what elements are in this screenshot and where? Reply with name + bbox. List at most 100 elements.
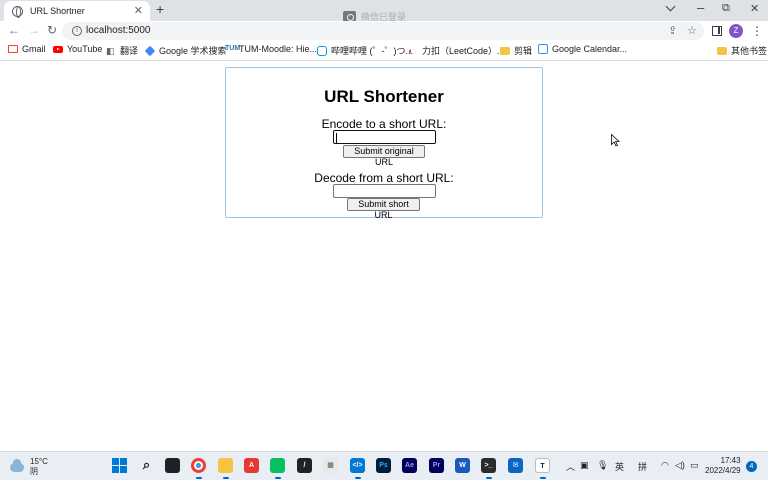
bookmark-label: Google 学术搜索 bbox=[159, 46, 227, 56]
premiere-icon[interactable]: Pr bbox=[429, 458, 444, 473]
translate-icon: ◧ bbox=[106, 45, 115, 56]
after-effects-icon[interactable]: Ae bbox=[402, 458, 417, 473]
notification-badge[interactable]: 4 bbox=[746, 461, 757, 472]
bookmark-label: 力扣（LeetCode）... bbox=[422, 46, 505, 56]
forward-button[interactable]: → bbox=[28, 23, 40, 37]
decode-url-input[interactable] bbox=[333, 184, 436, 198]
google-scholar-icon bbox=[144, 45, 156, 56]
new-tab-button[interactable]: + bbox=[156, 1, 164, 17]
bookmark-label: 其他书签 bbox=[731, 46, 768, 56]
bookmark-translate[interactable]: ◧ 翻译 bbox=[106, 44, 138, 57]
search-icon[interactable]: ⌕ bbox=[139, 458, 154, 473]
share-icon[interactable]: ⇪ bbox=[668, 24, 677, 37]
bookmark-other-bookmarks[interactable]: 其他书签 bbox=[717, 44, 767, 57]
bookmark-google-calendar[interactable]: Google Calendar... bbox=[538, 44, 627, 54]
globe-icon bbox=[12, 5, 23, 18]
bookmark-google-scholar[interactable]: Google 学术搜索 bbox=[144, 44, 227, 57]
bookmark-label: 哔哩哔哩 (゜-゜)つ... bbox=[331, 46, 413, 56]
tray-overflow-chevron-icon[interactable]: ︿ bbox=[566, 460, 575, 473]
reload-button[interactable]: ↻ bbox=[47, 23, 57, 37]
weather-condition: 阴 bbox=[30, 467, 38, 476]
close-window-button[interactable]: ✕ bbox=[750, 2, 759, 15]
tray-camera-icon[interactable]: ▣ bbox=[580, 460, 589, 471]
browser-toolbar: ← → ↻ i localhost:5000 ⇪ ☆ Z ⋮ bbox=[0, 21, 768, 41]
page-title: URL Shortener bbox=[324, 87, 444, 106]
bookmark-label: Gmail bbox=[22, 44, 46, 54]
wechat-icon[interactable] bbox=[270, 458, 285, 473]
tab-title: URL Shortner bbox=[30, 6, 85, 16]
start-button[interactable] bbox=[112, 458, 127, 473]
address-bar[interactable]: i localhost:5000 ⇪ ☆ bbox=[62, 22, 704, 40]
bilibili-icon bbox=[317, 45, 327, 56]
bookmark-tum-moodle[interactable]: TUM TUM-Moodle: Hie... bbox=[225, 44, 317, 54]
typora-icon[interactable]: / bbox=[297, 458, 312, 473]
browser-tab[interactable]: URL Shortner ✕ bbox=[4, 1, 150, 21]
file-explorer-icon[interactable] bbox=[218, 458, 233, 473]
mail-icon[interactable]: ✉ bbox=[508, 458, 523, 473]
weather-widget[interactable]: 15°C 阴 bbox=[10, 457, 48, 477]
clock-time: 17:43 bbox=[720, 456, 741, 465]
ime-mode-indicator[interactable]: 拼 bbox=[638, 460, 647, 473]
active-app-indicator bbox=[486, 477, 492, 479]
terminal-icon[interactable]: >_ bbox=[481, 458, 496, 473]
active-app-indicator bbox=[196, 477, 202, 479]
tab-search-chevron-icon[interactable] bbox=[665, 1, 676, 12]
encode-url-input[interactable] bbox=[333, 130, 436, 144]
text-editor-icon[interactable]: T bbox=[535, 458, 550, 473]
active-app-indicator bbox=[355, 477, 361, 479]
bookmarks-bar: Gmail YouTube ◧ 翻译 Google 学术搜索 TUM TUM-M… bbox=[0, 41, 768, 61]
submit-original-url-button[interactable]: Submit original URL bbox=[343, 145, 425, 167]
tum-icon: TUM bbox=[225, 45, 241, 52]
volume-icon[interactable]: ◁) bbox=[675, 460, 685, 471]
bookmark-bilibili[interactable]: 哔哩哔哩 (゜-゜)つ... bbox=[317, 44, 413, 57]
acrobat-icon[interactable]: A bbox=[244, 458, 259, 473]
bookmark-label: 翻译 bbox=[120, 46, 139, 56]
clock-date: 2022/4/29 bbox=[705, 466, 741, 475]
restore-button[interactable]: ⧉ bbox=[722, 2, 730, 15]
folder-icon bbox=[717, 46, 727, 55]
profile-avatar[interactable]: Z bbox=[729, 24, 743, 38]
microphone-icon[interactable]: 🎙 bbox=[597, 460, 608, 471]
wifi-icon[interactable]: ◠ bbox=[661, 460, 669, 471]
site-info-icon[interactable]: i bbox=[72, 26, 82, 36]
photoshop-icon[interactable]: Ps bbox=[376, 458, 391, 473]
bookmark-youtube[interactable]: YouTube bbox=[53, 44, 102, 54]
cloud-icon bbox=[10, 458, 24, 472]
bookmark-gmail[interactable]: Gmail bbox=[8, 44, 46, 54]
gmail-icon bbox=[8, 45, 18, 53]
kebab-menu-icon[interactable]: ⋮ bbox=[751, 24, 763, 38]
leetcode-icon: ◐ bbox=[408, 45, 414, 56]
bookmark-label: TUM-Moodle: Hie... bbox=[239, 44, 318, 54]
side-panel-icon[interactable] bbox=[712, 26, 722, 36]
submit-short-url-button[interactable]: Submit short URL bbox=[347, 198, 420, 220]
text-caret bbox=[336, 133, 337, 143]
bookmark-label: YouTube bbox=[67, 44, 103, 54]
bookmark-folder-clips[interactable]: 剪辑 bbox=[500, 44, 532, 57]
task-view-icon[interactable] bbox=[165, 458, 180, 473]
bookmark-label: 剪辑 bbox=[514, 46, 533, 56]
bookmark-label: Google Calendar... bbox=[552, 44, 628, 54]
encode-label: Encode to a short URL: bbox=[321, 117, 447, 131]
weather-temperature: 15°C bbox=[30, 457, 48, 466]
url-text[interactable]: localhost:5000 bbox=[86, 25, 151, 36]
chrome-icon[interactable] bbox=[191, 458, 206, 473]
calculator-icon[interactable]: ▦ bbox=[323, 458, 338, 473]
bookmark-leetcode[interactable]: ◐ 力扣（LeetCode）... bbox=[408, 44, 505, 57]
youtube-icon bbox=[53, 45, 63, 53]
active-app-indicator bbox=[223, 477, 229, 479]
bookmark-star-icon[interactable]: ☆ bbox=[687, 24, 697, 37]
battery-icon[interactable]: ▭ bbox=[690, 460, 699, 471]
vscode-icon[interactable]: </> bbox=[350, 458, 365, 473]
ime-language-indicator[interactable]: 英 bbox=[615, 460, 624, 473]
tab-strip: URL Shortner ✕ + 微信已登录 – ⧉ ✕ bbox=[0, 0, 768, 22]
word-icon[interactable]: W bbox=[455, 458, 470, 473]
folder-icon bbox=[500, 46, 510, 55]
url-shortener-card: URL Shortener Encode to a short URL: Sub… bbox=[225, 67, 543, 220]
active-app-indicator bbox=[275, 477, 281, 479]
clock[interactable]: 17:43 2022/4/29 bbox=[705, 456, 741, 476]
tab-close-icon[interactable]: ✕ bbox=[134, 4, 143, 17]
decode-label: Decode from a short URL: bbox=[314, 171, 454, 185]
back-button[interactable]: ← bbox=[8, 23, 20, 37]
minimize-button[interactable]: – bbox=[697, 0, 704, 15]
windows-logo-icon bbox=[112, 458, 127, 473]
